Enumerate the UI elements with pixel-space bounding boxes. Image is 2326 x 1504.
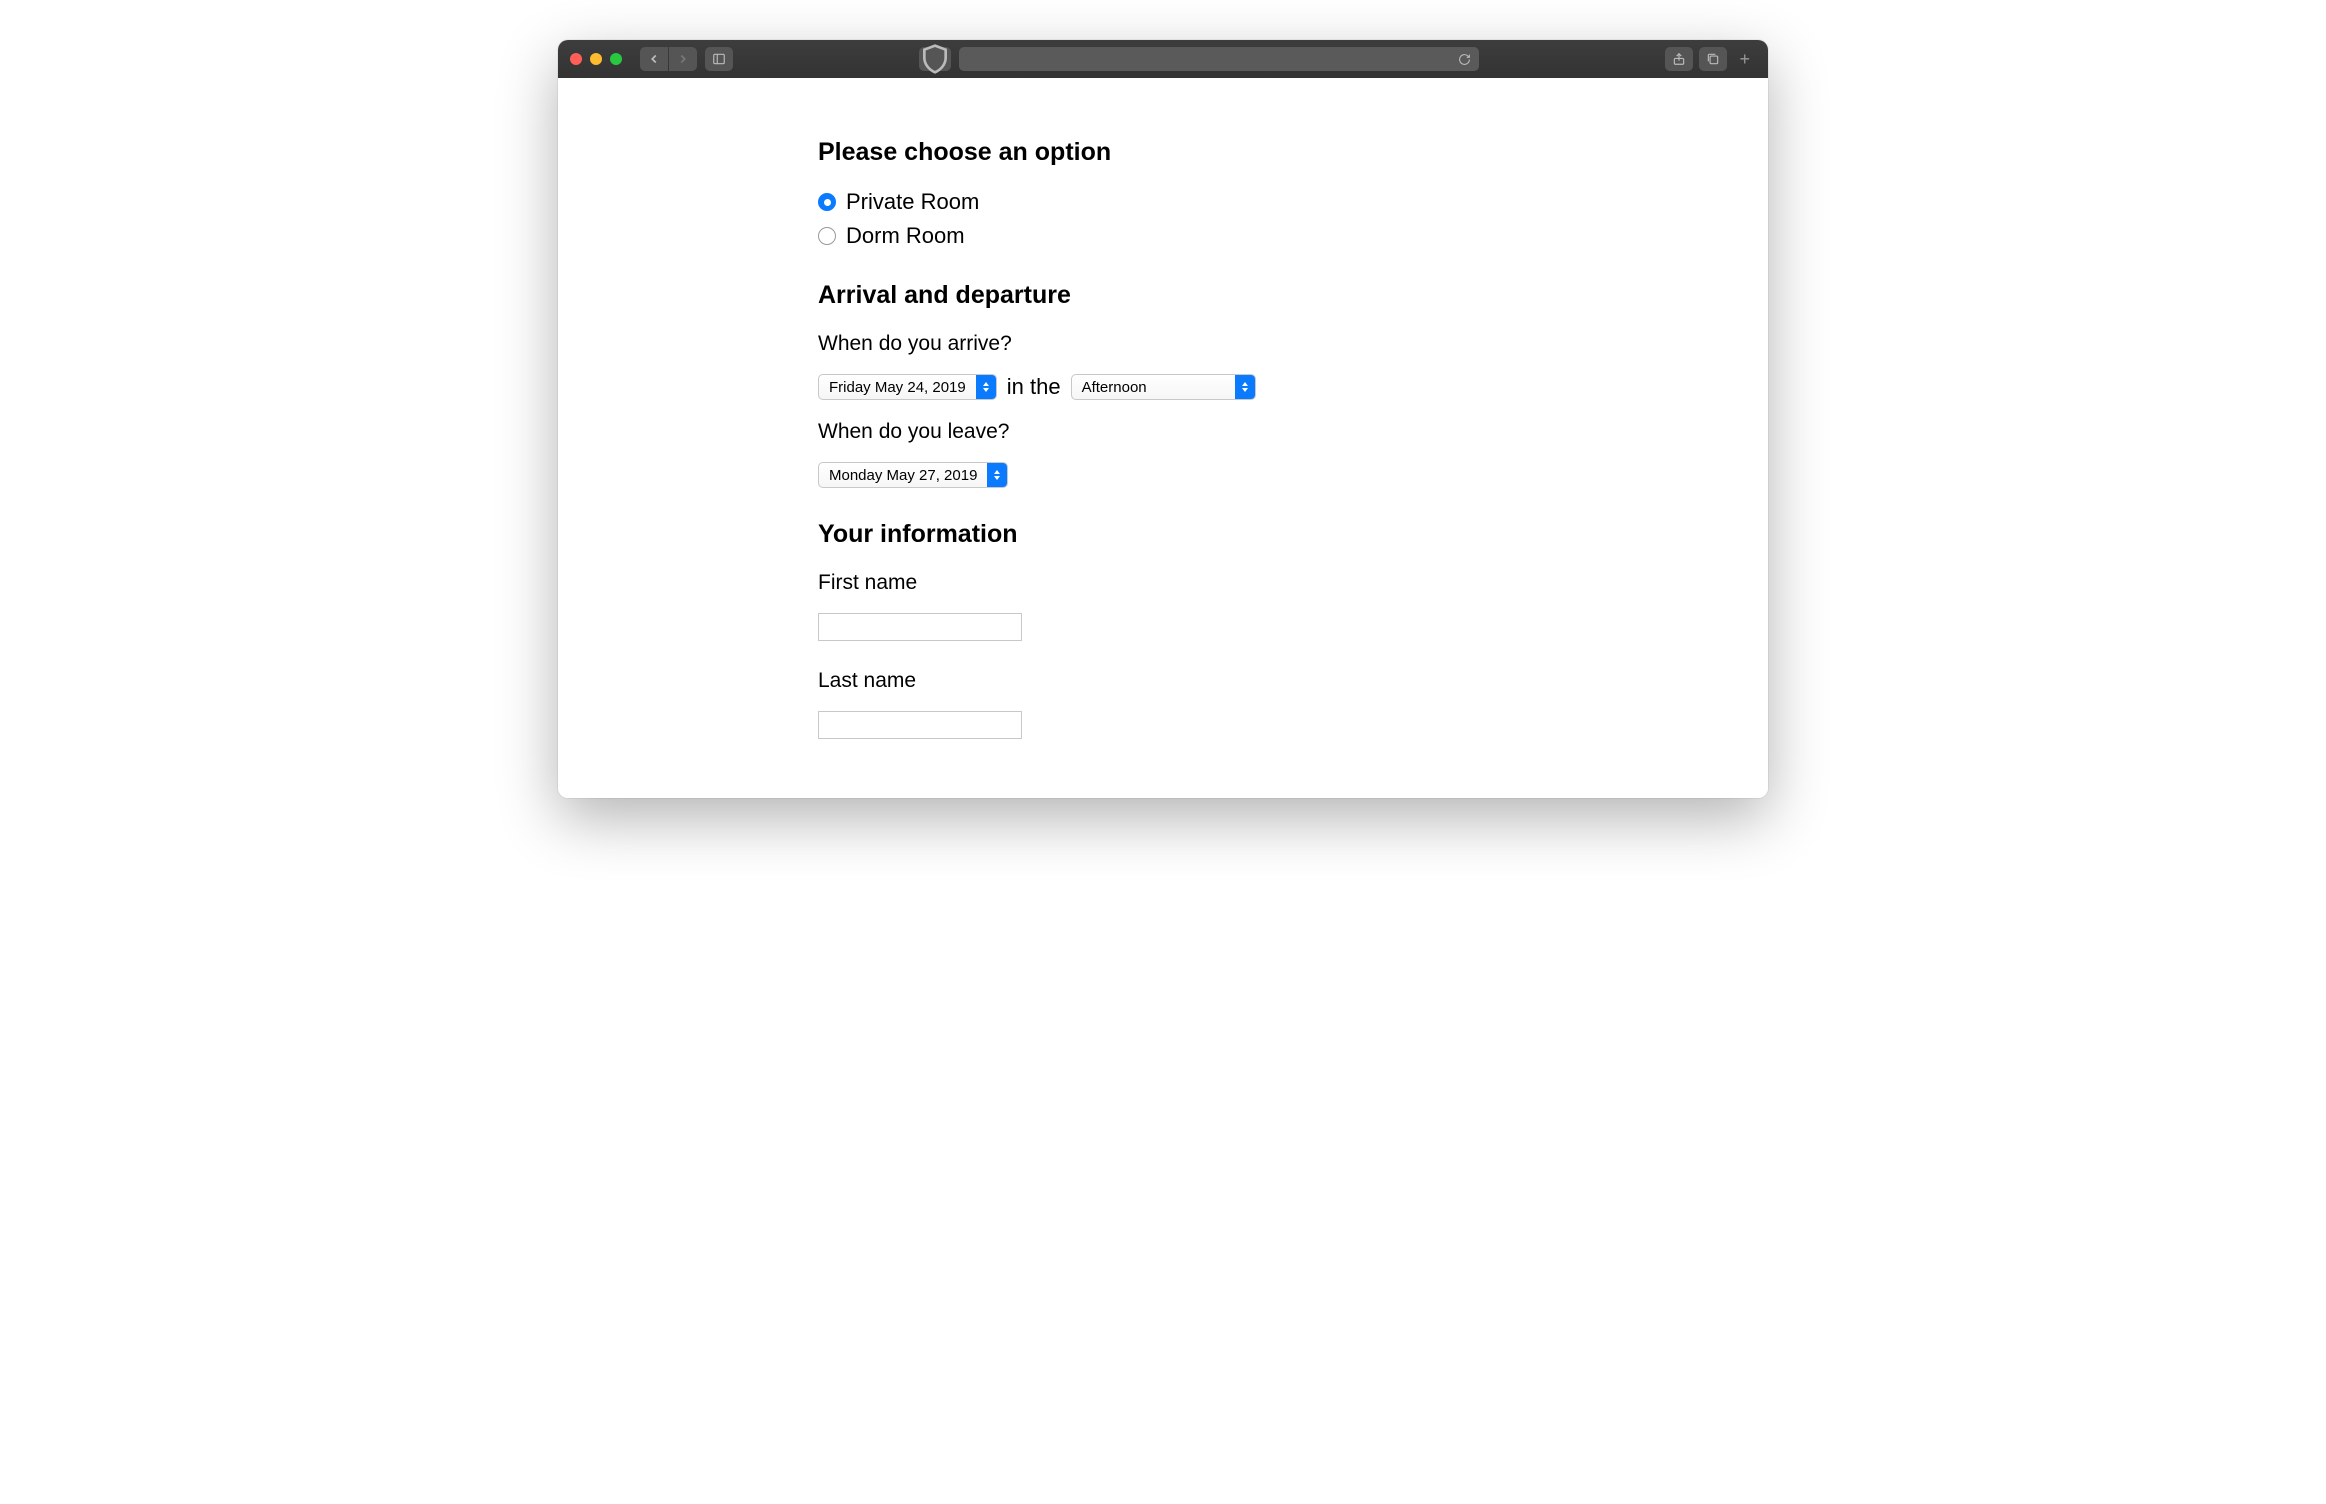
- choose-option-heading: Please choose an option: [818, 138, 1518, 167]
- leave-question: When do you leave?: [818, 420, 1518, 444]
- nav-group: [640, 47, 697, 71]
- minimize-window-button[interactable]: [590, 53, 602, 65]
- leave-date-select[interactable]: Monday May 27, 2019: [818, 462, 1008, 488]
- back-button[interactable]: [640, 47, 668, 71]
- address-bar[interactable]: [959, 47, 1479, 71]
- last-name-label: Last name: [818, 669, 1518, 693]
- traffic-lights: [570, 53, 622, 65]
- share-button[interactable]: [1665, 47, 1693, 71]
- your-information-heading: Your information: [818, 520, 1518, 549]
- arrive-date-select[interactable]: Friday May 24, 2019: [818, 374, 997, 400]
- arrive-period-select[interactable]: Afternoon: [1071, 374, 1256, 400]
- titlebar: +: [558, 40, 1768, 78]
- arrive-period-value: Afternoon: [1072, 379, 1157, 396]
- new-tab-button[interactable]: +: [1733, 49, 1756, 70]
- fullscreen-window-button[interactable]: [610, 53, 622, 65]
- page-content: Please choose an option Private Room Dor…: [558, 78, 1768, 798]
- option-dorm-room[interactable]: Dorm Room: [818, 223, 1518, 249]
- toolbar-right: +: [1665, 47, 1756, 71]
- select-arrows-icon: [976, 375, 996, 399]
- tabs-overview-button[interactable]: [1699, 47, 1727, 71]
- forward-button[interactable]: [669, 47, 697, 71]
- share-icon: [1672, 52, 1686, 66]
- address-bar-wrap: [821, 47, 1577, 71]
- radio-icon: [818, 227, 836, 245]
- tabs-icon: [1706, 52, 1720, 66]
- privacy-report-button[interactable]: [919, 47, 951, 71]
- arrive-date-value: Friday May 24, 2019: [819, 379, 976, 396]
- reload-icon[interactable]: [1458, 53, 1471, 66]
- leave-row: Monday May 27, 2019: [818, 462, 1518, 488]
- first-name-input[interactable]: [818, 613, 1022, 641]
- arrive-question: When do you arrive?: [818, 332, 1518, 356]
- leave-date-value: Monday May 27, 2019: [819, 467, 987, 484]
- booking-form: Please choose an option Private Room Dor…: [818, 138, 1518, 747]
- safari-window: + Please choose an option Private Room D…: [558, 40, 1768, 798]
- select-arrows-icon: [987, 463, 1007, 487]
- last-name-input[interactable]: [818, 711, 1022, 739]
- radio-icon: [818, 193, 836, 211]
- select-arrows-icon: [1235, 375, 1255, 399]
- arrive-row: Friday May 24, 2019 in the Afternoon: [818, 374, 1518, 400]
- sidebar-toggle-button[interactable]: [705, 47, 733, 71]
- inthe-label: in the: [1007, 374, 1061, 400]
- option-private-room[interactable]: Private Room: [818, 189, 1518, 215]
- first-name-label: First name: [818, 571, 1518, 595]
- arrival-departure-heading: Arrival and departure: [818, 281, 1518, 310]
- close-window-button[interactable]: [570, 53, 582, 65]
- option-dorm-room-label: Dorm Room: [846, 223, 965, 249]
- shield-icon: [919, 43, 951, 75]
- option-private-room-label: Private Room: [846, 189, 979, 215]
